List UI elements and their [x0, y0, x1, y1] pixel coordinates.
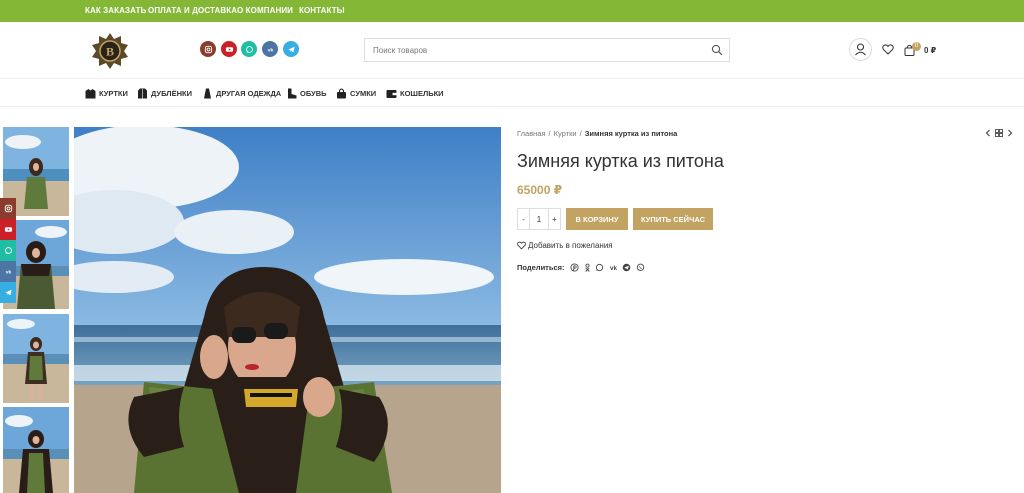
- search-input[interactable]: [365, 39, 695, 61]
- prev-product-icon[interactable]: [984, 129, 992, 137]
- whatsapp-icon[interactable]: [241, 41, 257, 57]
- coat-icon: [138, 88, 147, 98]
- quantity-plus-button[interactable]: +: [549, 209, 560, 229]
- share-telegram-icon[interactable]: [622, 263, 631, 272]
- cart-count-badge: 0: [912, 42, 921, 51]
- site-logo[interactable]: B: [88, 31, 132, 71]
- telegram-icon[interactable]: [283, 41, 299, 57]
- breadcrumb-current: Зимняя куртка из питона: [584, 129, 678, 138]
- nav-item-other-clothing[interactable]: ДРУГАЯ ОДЕЖДА: [202, 87, 281, 99]
- share-pinterest-icon[interactable]: [570, 263, 579, 272]
- nav-item-label: КУРТКИ: [99, 88, 128, 98]
- bag-icon: [337, 88, 346, 98]
- share-viber-icon[interactable]: [636, 263, 645, 272]
- svg-text:B: B: [106, 45, 114, 59]
- side-youtube-icon[interactable]: [0, 219, 16, 240]
- header: B vk 0 0 ₽: [0, 22, 1024, 79]
- product-price: 65000 ₽: [517, 183, 563, 197]
- product-title: Зимняя куртка из питона: [517, 151, 724, 171]
- account-icon[interactable]: [849, 38, 872, 61]
- instagram-icon[interactable]: [200, 41, 216, 57]
- wishlist-icon[interactable]: [882, 44, 894, 55]
- top-bar: КАК ЗАКАЗАТЬ ОПЛАТА И ДОСТАВКА О КОМПАНИ…: [0, 0, 1024, 22]
- buy-now-button[interactable]: КУПИТЬ СЕЙЧАС: [633, 208, 713, 230]
- nav-item-wallets[interactable]: КОШЕЛЬКИ: [386, 87, 444, 99]
- youtube-icon[interactable]: [221, 41, 237, 57]
- product-main-image[interactable]: [74, 127, 501, 493]
- svg-text:vk: vk: [610, 265, 618, 272]
- side-whatsapp-icon[interactable]: [0, 240, 16, 261]
- nav-item-label: ДУБЛЁНКИ: [151, 88, 192, 98]
- breadcrumb: Главная / Куртки / Зимняя куртка из питона: [517, 129, 678, 138]
- breadcrumb-home[interactable]: Главная: [517, 129, 546, 138]
- search-box: [364, 38, 730, 62]
- vk-icon[interactable]: vk: [262, 41, 278, 57]
- nav-item-jackets[interactable]: КУРТКИ: [85, 87, 128, 99]
- grid-view-icon[interactable]: [995, 129, 1003, 137]
- cart-total[interactable]: 0 ₽: [924, 46, 936, 55]
- topbar-link-how-to-order[interactable]: КАК ЗАКАЗАТЬ: [85, 6, 146, 15]
- breadcrumb-category[interactable]: Куртки: [554, 129, 577, 138]
- nav-item-label: СУМКИ: [350, 88, 377, 98]
- next-product-icon[interactable]: [1006, 129, 1014, 137]
- share-label: Поделиться:: [517, 263, 565, 272]
- product-thumbnail-4[interactable]: [3, 407, 69, 493]
- share-whatsapp-icon[interactable]: [595, 263, 604, 272]
- svg-text:vk: vk: [267, 47, 273, 53]
- nav-item-bags[interactable]: СУМКИ: [336, 87, 376, 99]
- heart-icon: [517, 241, 526, 250]
- quantity-minus-button[interactable]: -: [518, 209, 529, 229]
- add-to-cart-button[interactable]: В КОРЗИНУ: [566, 208, 628, 230]
- nav-item-sheepskin[interactable]: ДУБЛЁНКИ: [137, 87, 192, 99]
- nav-item-shoes[interactable]: ОБУВЬ: [286, 87, 327, 99]
- jacket-icon: [85, 88, 96, 98]
- side-telegram-icon[interactable]: [0, 282, 16, 303]
- svg-text:vk: vk: [5, 269, 11, 275]
- topbar-link-payment-delivery[interactable]: ОПЛАТА И ДОСТАВКА: [148, 6, 237, 15]
- nav-item-label: ОБУВЬ: [300, 88, 327, 98]
- product-thumbnail-3[interactable]: [3, 314, 69, 403]
- search-icon[interactable]: [711, 44, 723, 56]
- main-nav: КУРТКИ ДУБЛЁНКИ ДРУГАЯ ОДЕЖДА ОБУВЬ СУМК…: [0, 79, 1024, 107]
- topbar-link-about[interactable]: О КОМПАНИИ: [237, 6, 293, 15]
- boot-icon: [288, 88, 297, 98]
- topbar-link-contacts[interactable]: КОНТАКТЫ: [299, 6, 345, 15]
- add-to-wishlist-link[interactable]: Добавить в пожелания: [517, 241, 613, 250]
- side-vk-icon[interactable]: vk: [0, 261, 16, 282]
- quantity-input[interactable]: 1: [529, 209, 549, 229]
- share-ok-icon[interactable]: [583, 263, 592, 272]
- wallet-icon: [386, 89, 397, 98]
- nav-item-label: КОШЕЛЬКИ: [400, 88, 444, 98]
- quantity-stepper: - 1 +: [517, 208, 561, 230]
- side-instagram-icon[interactable]: [0, 198, 16, 219]
- share-vk-icon[interactable]: vk: [608, 263, 619, 272]
- dress-icon: [204, 88, 211, 98]
- wishlist-label: Добавить в пожелания: [528, 241, 613, 250]
- nav-item-label: ДРУГАЯ ОДЕЖДА: [216, 88, 282, 98]
